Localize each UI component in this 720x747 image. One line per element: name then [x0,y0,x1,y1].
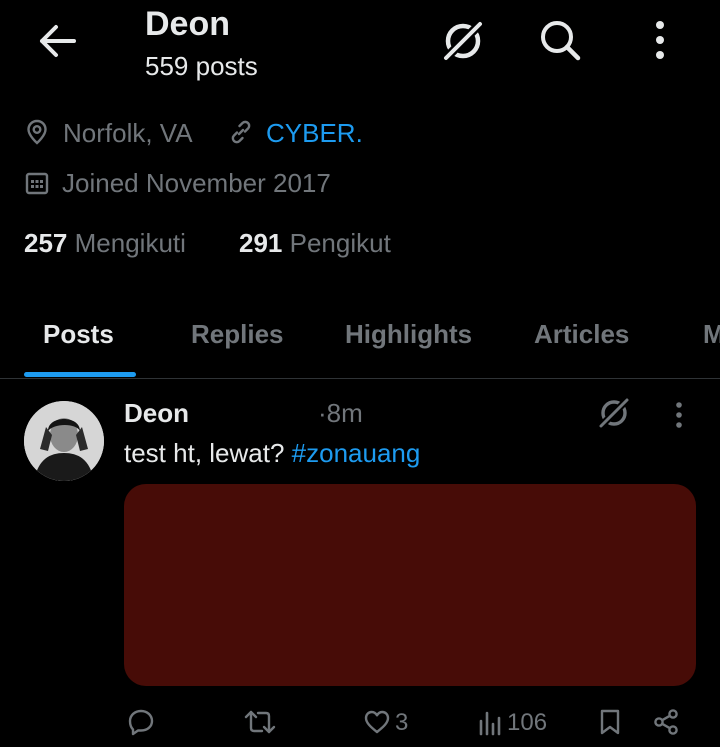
tab-replies[interactable]: Replies [191,317,284,351]
like-count: 3 [395,709,409,736]
post-text: test ht, lewat? #zonauang [124,436,420,470]
following-label: Mengikuti [74,228,186,258]
post-author-name[interactable]: Deon [124,396,189,430]
more-options-button[interactable] [643,18,677,62]
bookmark-icon[interactable] [598,708,622,736]
post-hashtag-link[interactable]: #zonauang [292,438,421,468]
back-arrow-icon [40,25,76,57]
tab-articles[interactable]: Articles [534,317,629,351]
profile-website-link[interactable]: CYBER. [266,116,363,150]
grok-button[interactable] [439,17,487,65]
tab-media[interactable]: M [703,317,720,351]
views-chart-icon[interactable] [478,707,504,737]
profile-name: Deon [145,5,230,43]
profile-location: Norfolk, VA [63,118,193,148]
search-icon [541,21,581,61]
like-heart-icon[interactable] [363,708,391,736]
more-vertical-icon [656,21,664,59]
following-count: 257 [24,228,68,258]
post-grok-button[interactable] [596,395,632,431]
more-vertical-icon [676,402,682,428]
joined-date: Joined November 2017 [62,168,331,198]
reply-icon[interactable] [127,708,155,736]
tab-posts[interactable]: Posts [43,317,114,351]
post-body: test ht, lewat? [124,438,285,468]
tabs-divider [0,378,720,379]
back-button[interactable] [36,20,78,62]
location-pin-icon [27,119,47,145]
post-more-button[interactable] [668,398,690,432]
post-timestamp[interactable]: ·8m [318,396,363,430]
link-icon [231,120,251,144]
tab-highlights[interactable]: Highlights [345,317,472,351]
calendar-icon [25,172,49,195]
post-media[interactable] [124,484,696,686]
search-button[interactable] [538,18,582,62]
view-count: 106 [507,709,548,736]
share-icon[interactable] [652,708,680,736]
avatar-image [24,401,104,481]
avatar[interactable] [24,401,104,481]
grok-icon [439,17,487,65]
post-count: 559 posts [145,51,258,81]
grok-icon [596,395,632,431]
followers-count: 291 [239,228,283,258]
retweet-icon[interactable] [243,708,277,736]
followers-stat[interactable]: 291 Pengikut [239,226,391,260]
following-stat[interactable]: 257 Mengikuti [24,226,186,260]
active-tab-indicator [24,372,136,377]
followers-label: Pengikut [289,228,391,258]
